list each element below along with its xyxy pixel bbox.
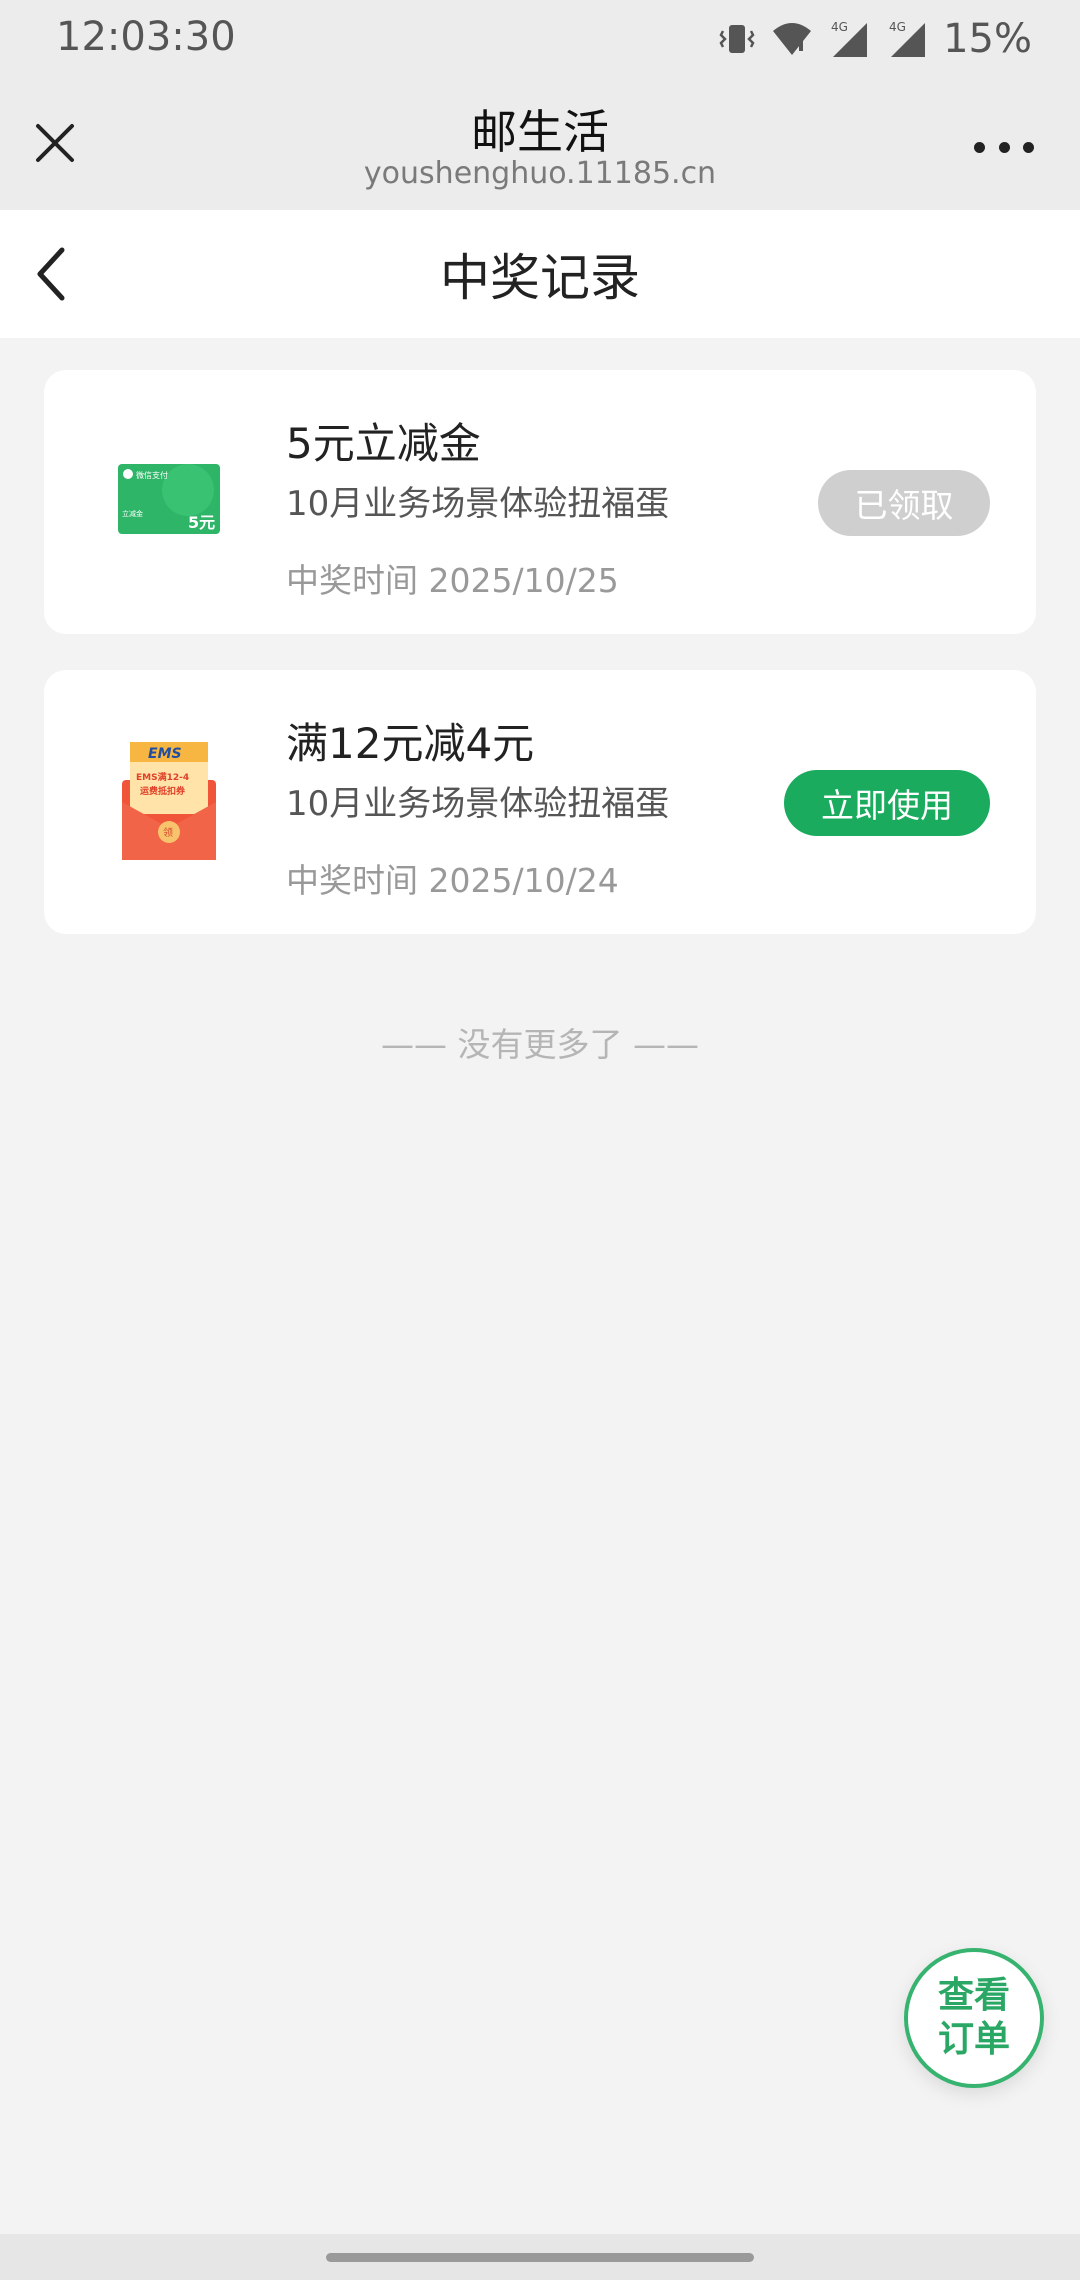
page-nav-bar: 中奖记录 [0, 210, 1080, 338]
status-bar: 12:03:30 4G 4G 15% [0, 0, 1080, 80]
prize-activity: 10月业务场景体验扭福蛋 [286, 784, 670, 824]
more-icon[interactable] [974, 132, 1034, 162]
svg-text:运费抵扣券: 运费抵扣券 [140, 785, 186, 797]
use-now-button[interactable]: 立即使用 [784, 770, 990, 836]
view-orders-button[interactable]: 查看订单 [904, 1948, 1044, 2088]
prize-won-time: 中奖时间 2025/10/25 [286, 561, 619, 600]
prize-name: 满12元减4元 [286, 719, 535, 768]
svg-text:微信支付: 微信支付 [136, 470, 168, 480]
status-time: 12:03:30 [56, 14, 236, 60]
claimed-button[interactable]: 已领取 [818, 470, 990, 536]
shipping-coupon-thumbnail: EMS EMS满12-4 运费抵扣券 领 [104, 732, 228, 868]
prize-name: 5元立减金 [286, 419, 481, 468]
svg-text:EMS满12-4: EMS满12-4 [136, 771, 189, 783]
cell-signal-1-icon: 4G [827, 19, 871, 59]
status-icons: 4G 4G 15% [717, 16, 1032, 62]
prize-activity: 10月业务场景体验扭福蛋 [286, 484, 670, 524]
svg-text:立减金: 立减金 [122, 509, 143, 518]
home-indicator[interactable] [326, 2253, 754, 2262]
no-more-footer: —— 没有更多了 —— [381, 1025, 699, 1064]
svg-text:EMS: EMS [148, 746, 182, 762]
page-title: 中奖记录 [440, 249, 640, 307]
prize-record-card: EMS EMS满12-4 运费抵扣券 领 满12元减4元 10月业务场景体验扭福… [44, 670, 1036, 934]
miniprogram-title: 邮生活 [471, 105, 609, 159]
svg-text:4G: 4G [831, 20, 848, 34]
vibrate-icon [717, 19, 757, 59]
prize-won-time: 中奖时间 2025/10/24 [286, 861, 619, 900]
wifi-icon [771, 19, 813, 59]
cell-signal-2-icon: 4G [885, 19, 929, 59]
cash-voucher-thumbnail: 微信支付 立减金 5元 [104, 432, 228, 568]
prize-record-card: 微信支付 立减金 5元 5元立减金 10月业务场景体验扭福蛋 中奖时间 2025… [44, 370, 1036, 634]
miniprogram-header: 邮生活 youshenghuo.11185.cn [0, 80, 1080, 210]
view-orders-label: 查看订单 [937, 1975, 1010, 2060]
svg-text:领: 领 [163, 826, 173, 839]
battery-level: 15% [943, 16, 1032, 62]
svg-text:5元: 5元 [188, 513, 215, 532]
svg-text:4G: 4G [889, 20, 906, 34]
miniprogram-url: youshenghuo.11185.cn [363, 156, 717, 191]
